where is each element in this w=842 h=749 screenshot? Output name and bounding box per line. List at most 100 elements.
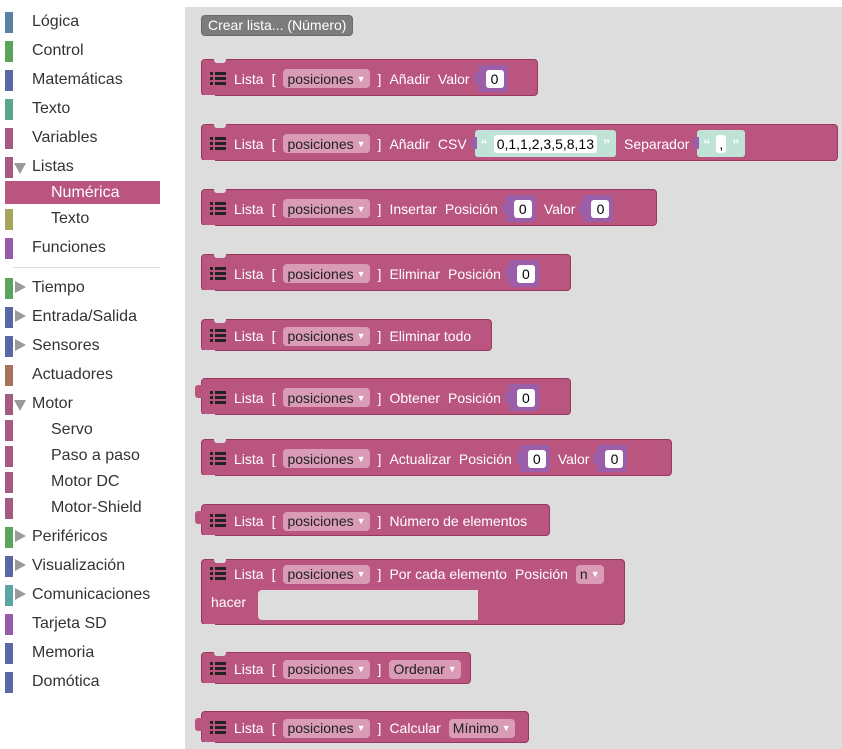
create-list-button[interactable]: Crear lista... (Número) bbox=[201, 15, 354, 36]
category-control[interactable]: Control bbox=[5, 39, 160, 62]
separator-value[interactable]: , bbox=[716, 134, 727, 153]
collapse-arrow-icon[interactable] bbox=[14, 400, 26, 411]
category-variables[interactable]: Variables bbox=[5, 126, 160, 149]
block-label-list: Lista bbox=[234, 389, 264, 406]
category-matematicas[interactable]: Matemáticas bbox=[5, 68, 160, 91]
category-comunicaciones[interactable]: Comunicaciones bbox=[5, 583, 160, 606]
number-value[interactable]: 0 bbox=[605, 449, 624, 468]
block-list-update[interactable]: Lista [ posiciones ▼ ] Actualizar Posició… bbox=[201, 439, 672, 480]
value-input-slot[interactable]: 0 bbox=[579, 195, 614, 222]
variable-dropdown[interactable]: posiciones ▼ bbox=[283, 264, 370, 283]
position-input-slot[interactable]: 0 bbox=[504, 384, 539, 411]
expand-arrow-icon[interactable] bbox=[15, 339, 26, 351]
category-visualizacion[interactable]: Visualización bbox=[5, 554, 160, 577]
number-value[interactable]: 0 bbox=[516, 264, 535, 283]
variable-dropdown[interactable]: posiciones ▼ bbox=[283, 134, 370, 153]
expand-arrow-icon[interactable] bbox=[15, 310, 26, 322]
category-sensores[interactable]: Sensores bbox=[5, 334, 160, 357]
category-color-bar bbox=[5, 238, 13, 259]
block-list-calculate[interactable]: Lista [ posiciones ▼ ] Calcular Mínimo ▼ bbox=[195, 711, 529, 747]
expand-arrow-icon[interactable] bbox=[15, 281, 26, 293]
csv-value[interactable]: 0,1,1,2,3,5,8,13 bbox=[493, 134, 598, 153]
block-list-remove[interactable]: Lista [ posiciones ▼ ] Eliminar Posición … bbox=[201, 254, 571, 295]
category-texto[interactable]: Texto bbox=[5, 97, 160, 120]
block-list-insert[interactable]: Lista [ posiciones ▼ ] Insertar Posición … bbox=[201, 189, 657, 230]
category-label: Actuadores bbox=[32, 366, 113, 383]
number-value[interactable]: 0 bbox=[485, 69, 504, 88]
category-label: Domótica bbox=[32, 673, 100, 690]
variable-dropdown[interactable]: posiciones ▼ bbox=[283, 718, 370, 738]
block-list-foreach[interactable]: Lista [ posiciones ▼ ] Por cada elemento … bbox=[201, 559, 625, 629]
number-value[interactable]: 0 bbox=[527, 449, 546, 468]
category-tiempo[interactable]: Tiempo bbox=[5, 276, 160, 299]
category-perifericos[interactable]: Periféricos bbox=[5, 525, 160, 548]
block-field-label: Posición bbox=[458, 450, 512, 467]
variable-dropdown[interactable]: posiciones ▼ bbox=[283, 199, 370, 218]
category-paso-a-paso[interactable]: Paso a paso bbox=[5, 444, 160, 467]
block-label-list: Lista bbox=[234, 661, 264, 677]
block-list-add-value[interactable]: Lista [ posiciones ▼ ] Añadir Valor 0 bbox=[201, 59, 538, 100]
block-label-list: Lista bbox=[234, 265, 264, 282]
category-color-bar bbox=[5, 209, 13, 230]
position-input-slot[interactable]: 0 bbox=[501, 195, 536, 222]
category-color-bar bbox=[5, 420, 13, 441]
expand-arrow-icon[interactable] bbox=[15, 530, 26, 542]
category-color-bar bbox=[5, 498, 13, 519]
dropdown-arrow-icon: ▼ bbox=[356, 73, 366, 84]
category-servo[interactable]: Servo bbox=[5, 418, 160, 441]
block-action-label: Número de elementos bbox=[389, 513, 528, 529]
category-texto-list[interactable]: Texto bbox=[5, 207, 160, 230]
category-motor[interactable]: Motor bbox=[5, 392, 160, 415]
collapse-arrow-icon[interactable] bbox=[14, 163, 26, 174]
variable-dropdown[interactable]: posiciones ▼ bbox=[283, 69, 370, 88]
category-motor-dc[interactable]: Motor DC bbox=[5, 470, 160, 493]
category-tarjeta-sd[interactable]: Tarjeta SD bbox=[5, 612, 160, 635]
value-input-slot[interactable]: 0 bbox=[593, 445, 628, 472]
block-label-list: Lista bbox=[234, 720, 264, 736]
variable-dropdown[interactable]: posiciones ▼ bbox=[283, 511, 370, 531]
block-list-add-csv[interactable]: Lista [ posiciones ▼ ] Añadir CSV “ 0,1,1,… bbox=[201, 124, 838, 165]
category-domotica[interactable]: Domótica bbox=[5, 670, 160, 693]
csv-string-slot[interactable]: “ 0,1,1,2,3,5,8,13 ” bbox=[470, 130, 617, 157]
position-input-slot[interactable]: 0 bbox=[515, 445, 550, 472]
block-list-remove-all[interactable]: Lista [ posiciones ▼ ] Eliminar todo bbox=[201, 319, 492, 355]
separator-string-slot[interactable]: “, ” bbox=[693, 130, 746, 157]
variable-dropdown[interactable]: posiciones ▼ bbox=[283, 564, 370, 584]
number-input-slot[interactable]: 0 bbox=[473, 65, 508, 92]
block-list-count[interactable]: Lista [ posiciones ▼ ] Número de elemento… bbox=[195, 504, 550, 540]
calc-operation-dropdown[interactable]: Mínimo ▼ bbox=[448, 718, 515, 738]
sort-label: Ordenar bbox=[393, 661, 445, 677]
bracket-close: ] bbox=[377, 265, 382, 282]
number-value[interactable]: 0 bbox=[516, 388, 535, 407]
statement-input-slot[interactable] bbox=[258, 590, 478, 620]
block-list-get[interactable]: Lista [ posiciones ▼ ] Obtener Posición 0 bbox=[195, 378, 571, 419]
block-field-label: Posición bbox=[514, 566, 568, 582]
list-icon bbox=[210, 451, 226, 467]
category-listas[interactable]: Listas bbox=[5, 155, 160, 178]
category-numerica[interactable]: Numérica bbox=[5, 181, 160, 204]
number-value[interactable]: 0 bbox=[513, 199, 532, 218]
position-input-slot[interactable]: 0 bbox=[504, 260, 539, 287]
block-list-sort[interactable]: Lista [ posiciones ▼ ] Ordenar ▼ bbox=[201, 652, 471, 688]
block-field-label: Posición bbox=[448, 265, 501, 282]
variable-dropdown[interactable]: posiciones ▼ bbox=[283, 449, 370, 468]
sort-order-dropdown[interactable]: Ordenar ▼ bbox=[389, 659, 461, 679]
category-entrada-salida[interactable]: Entrada/Salida bbox=[5, 305, 160, 328]
block-field-label: Valor bbox=[437, 70, 470, 87]
variable-dropdown[interactable]: posiciones ▼ bbox=[283, 659, 370, 679]
category-memoria[interactable]: Memoria bbox=[5, 641, 160, 664]
variable-name: posiciones bbox=[287, 70, 354, 87]
category-color-bar bbox=[5, 157, 13, 178]
number-value[interactable]: 0 bbox=[591, 199, 610, 218]
category-motor-shield[interactable]: Motor-Shield bbox=[5, 496, 160, 519]
category-logica[interactable]: Lógica bbox=[5, 10, 160, 33]
category-funciones[interactable]: Funciones bbox=[5, 236, 160, 259]
category-actuadores[interactable]: Actuadores bbox=[5, 363, 160, 386]
expand-arrow-icon[interactable] bbox=[15, 588, 26, 600]
variable-dropdown[interactable]: posiciones ▼ bbox=[283, 326, 370, 346]
do-label: hacer bbox=[211, 594, 247, 610]
position-variable-dropdown[interactable]: n ▼ bbox=[575, 564, 604, 584]
expand-arrow-icon[interactable] bbox=[15, 559, 26, 571]
variable-dropdown[interactable]: posiciones ▼ bbox=[283, 388, 370, 407]
list-icon bbox=[210, 661, 226, 677]
